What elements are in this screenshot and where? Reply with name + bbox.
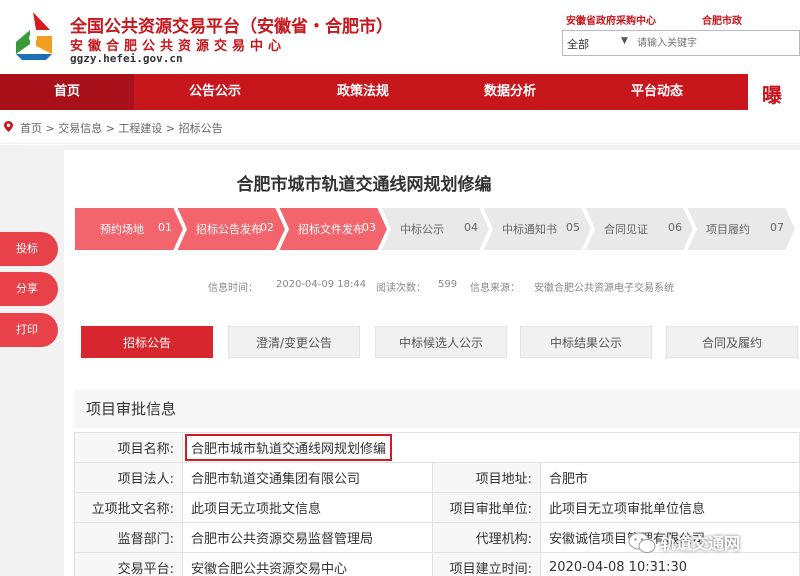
step-number: 04 — [464, 221, 478, 234]
step-label: 项目履约 — [706, 223, 750, 236]
step-number: 06 — [668, 221, 682, 234]
step-02: 招标公告发布 02 — [176, 207, 288, 251]
meta-source-label: 信息来源： — [470, 283, 520, 294]
legal-person-value: 合肥市轨道交通集团有限公司 — [182, 462, 433, 493]
address-label: 项目地址: — [432, 462, 541, 493]
step-label: 招标文件发布 — [298, 223, 364, 236]
print-button[interactable]: 打印 — [0, 313, 58, 347]
top-links: 安徽省政府采购中心 合肥市政 — [566, 12, 742, 27]
legal-person-label: 项目法人: — [74, 462, 183, 493]
platform-label: 交易平台: — [74, 552, 183, 576]
table-row: 交易平台: 安徽合肥公共资源交易中心 项目建立时间: 2020-04-08 10… — [74, 552, 800, 576]
created-label: 项目建立时间: — [432, 552, 541, 576]
supervisor-value: 合肥市公共资源交易监督管理局 — [182, 522, 433, 553]
site-header: 全国公共资源交易平台（安徽省・合肥市） 安徽合肥公共资源交易中心 ggzy.he… — [0, 0, 800, 74]
section-title: 项目审批信息 — [74, 390, 800, 428]
breadcrumb-text[interactable]: 首页 > 交易信息 > 工程建设 > 招标公告 — [20, 120, 223, 136]
meta-time-label: 信息时间： — [208, 283, 258, 294]
project-name-label: 项目名称: — [74, 432, 183, 463]
site-logo-icon[interactable] — [6, 10, 60, 62]
meta-views-value: 599 — [438, 279, 458, 290]
tab-clarification[interactable]: 澄清/变更公告 — [228, 326, 360, 358]
meta-time-value: 2020-04-09 18:44 — [276, 279, 367, 290]
step-number: 02 — [260, 221, 274, 234]
caret-down-icon[interactable]: ▼ — [621, 36, 628, 46]
tab-contract[interactable]: 合同及履约 — [666, 326, 798, 358]
created-value: 2020-04-08 10:31:30 — [540, 552, 800, 576]
progress-steps: 预约场地 01 招标公告发布 02 招标文件发布 03 中标公示 04 中标通知书 05 合同见证 0… — [74, 207, 800, 251]
nav-item-home[interactable]: 首页 — [0, 74, 134, 110]
tab-candidate-publicity[interactable]: 中标候选人公示 — [375, 326, 507, 358]
nav-item-platform-news[interactable]: 平台动态 — [590, 74, 724, 110]
share-button[interactable]: 分享 — [0, 272, 58, 306]
nav-item-announcements[interactable]: 公告公示 — [148, 74, 282, 110]
platform-value: 安徽合肥公共资源交易中心 — [182, 552, 433, 576]
search-category-select[interactable]: 全部 — [567, 36, 589, 52]
step-label: 中标通知书 — [502, 223, 557, 236]
step-label: 中标公示 — [400, 223, 444, 236]
agency-label: 代理机构: — [432, 522, 541, 553]
approval-unit-label: 项目审批单位: — [432, 492, 541, 523]
step-label: 预约场地 — [100, 223, 144, 236]
step-04: 中标公示 04 — [380, 207, 492, 251]
table-row: 项目法人: 合肥市轨道交通集团有限公司 项目地址: 合肥市 — [74, 462, 800, 493]
step-05: 中标通知书 05 — [482, 207, 594, 251]
step-number: 07 — [770, 221, 784, 234]
location-pin-icon — [4, 121, 13, 132]
step-number: 05 — [566, 221, 580, 234]
step-label: 招标公告发布 — [196, 223, 262, 236]
page-title: 合肥市城市轨道交通线网规划修编 — [236, 175, 492, 195]
step-06: 合同见证 06 — [584, 207, 696, 251]
supervisor-label: 监督部门: — [74, 522, 183, 553]
site-url: ggzy.hefei.gov.cn — [70, 52, 183, 65]
breadcrumb: 首页 > 交易信息 > 工程建设 > 招标公告 — [0, 110, 800, 144]
step-label: 合同见证 — [604, 223, 648, 236]
approval-doc-value: 此项目无立项批文信息 — [182, 492, 433, 523]
top-link-procurement[interactable]: 安徽省政府采购中心 — [566, 16, 656, 27]
approval-unit-value: 此项目无立项审批单位信息 — [540, 492, 800, 523]
step-03: 招标文件发布 03 — [278, 207, 390, 251]
address-value: 合肥市 — [540, 462, 800, 493]
step-01: 预约场地 01 — [74, 207, 186, 251]
nav-item-data-analysis[interactable]: 数据分析 — [443, 74, 577, 110]
step-number: 01 — [158, 221, 172, 234]
tab-tender-announcement[interactable]: 招标公告 — [81, 326, 213, 358]
top-link-hefei[interactable]: 合肥市政 — [702, 16, 742, 27]
search-box: 全部 ▼ — [562, 30, 800, 56]
search-input[interactable] — [637, 35, 797, 51]
meta-source-value: 安徽合肥公共资源电子交易系统 — [534, 283, 674, 294]
watermark-text: 轨道交通网 — [660, 534, 741, 553]
main-nav: 首页 公告公示 政策法规 数据分析 平台动态 曝光 — [0, 74, 800, 136]
meta-views-label: 阅读次数： — [376, 283, 426, 294]
project-name-cell: 合肥市城市轨道交通线网规划修编 — [182, 432, 800, 463]
step-07: 项目履约 07 — [686, 207, 798, 251]
step-number: 03 — [362, 221, 376, 234]
site-title: 全国公共资源交易平台（安徽省・合肥市） — [70, 17, 393, 37]
tab-award-result[interactable]: 中标结果公示 — [520, 326, 652, 358]
exposure-banner[interactable]: 曝光 — [748, 74, 800, 136]
bid-button[interactable]: 投标 — [0, 232, 58, 266]
project-name-value: 合肥市城市轨道交通线网规划修编 — [185, 434, 393, 461]
approval-doc-label: 立项批文名称: — [74, 492, 183, 523]
table-row: 项目名称: 合肥市城市轨道交通线网规划修编 — [74, 432, 800, 463]
table-row: 立项批文名称: 此项目无立项批文信息 项目审批单位: 此项目无立项审批单位信息 — [74, 492, 800, 523]
wechat-icon — [628, 532, 656, 553]
nav-item-policies[interactable]: 政策法规 — [296, 74, 430, 110]
